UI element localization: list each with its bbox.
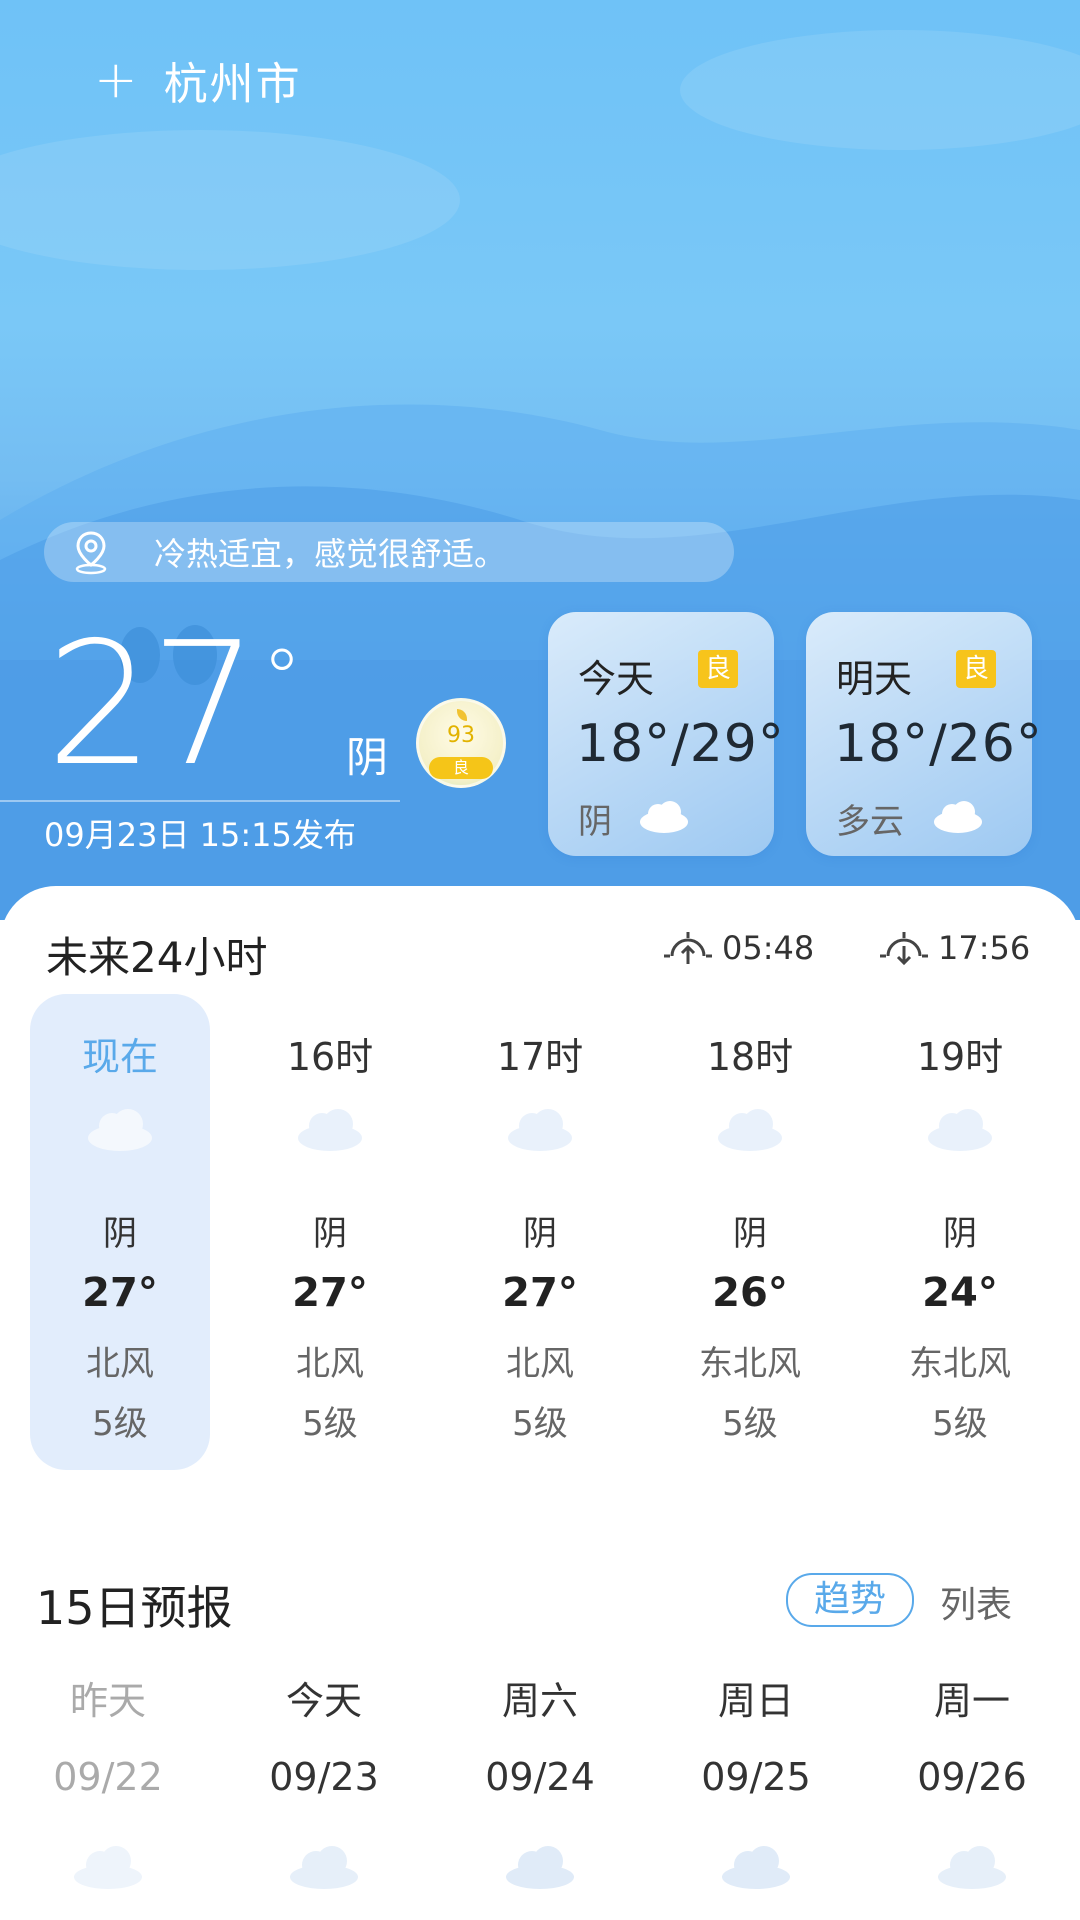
hour-temp: 27° xyxy=(292,1270,368,1316)
hour-item-now[interactable]: 现在 阴 27° 北风 5级 xyxy=(30,994,210,1470)
forecast-date: 09/22 xyxy=(53,1755,163,1799)
forecast-day[interactable]: 周六 09/24 xyxy=(440,1670,640,1891)
hour-item-17[interactable]: 17时 阴 27° 北风 5级 xyxy=(450,994,630,1470)
forecast-weekday: 今天 xyxy=(285,1679,362,1723)
comfort-tip: 冷热适宜，感觉很舒适。 xyxy=(44,522,734,582)
sunrise: 05:48 xyxy=(662,928,814,968)
forecast-date: 09/25 xyxy=(701,1755,811,1799)
forecast-date: 09/23 xyxy=(269,1755,379,1799)
forecast-day[interactable]: 周一 09/26 xyxy=(872,1670,1072,1891)
hour-wind-level: 5级 xyxy=(302,1404,358,1444)
hour-condition: 阴 xyxy=(523,1214,557,1254)
weather-app: + 杭州市 冷热适宜，感觉很舒适。 27 ° 阴 93 良 09月23日 15:… xyxy=(0,0,1080,1920)
hour-temp: 27° xyxy=(82,1270,158,1316)
cloud-icon xyxy=(88,1109,152,1151)
cloud-icon xyxy=(722,1846,790,1889)
forecast-title: 15日预报 xyxy=(36,1581,233,1635)
hour-condition: 阴 xyxy=(733,1214,767,1254)
hourly-title: 未来24小时 xyxy=(46,933,268,982)
cloud-icon xyxy=(74,1846,142,1889)
hour-label: 17时 xyxy=(496,1035,584,1079)
sunset: 17:56 xyxy=(878,928,1030,968)
cloud-icon xyxy=(508,1109,572,1151)
forecast-weekday: 周一 xyxy=(933,1679,1010,1723)
cloud-icon xyxy=(938,1846,1006,1889)
hour-wind-level: 5级 xyxy=(92,1404,148,1444)
forecast-weekday: 周六 xyxy=(501,1679,578,1723)
hour-condition: 阴 xyxy=(103,1214,137,1254)
city-name[interactable]: 杭州市 xyxy=(164,48,302,112)
temp-range: 18°/26° xyxy=(834,714,1043,774)
hour-wind: 东北风 xyxy=(909,1344,1011,1384)
day-name: 今天 xyxy=(578,657,655,701)
forecast-date: 09/26 xyxy=(917,1755,1027,1799)
hour-label: 18时 xyxy=(706,1035,794,1079)
hour-condition: 阴 xyxy=(943,1214,977,1254)
forecast-day[interactable]: 昨天 09/22 xyxy=(8,1670,208,1891)
hour-condition: 阴 xyxy=(313,1214,347,1254)
hour-wind-level: 5级 xyxy=(512,1404,568,1444)
day-condition: 阴 xyxy=(578,802,612,842)
cloud-icon xyxy=(506,1846,574,1889)
hour-wind-level: 5级 xyxy=(932,1404,988,1444)
cloud-icon xyxy=(928,1109,992,1151)
cloud-icon xyxy=(298,1109,362,1151)
plus-icon[interactable]: + xyxy=(94,54,138,106)
day-condition: 多云 xyxy=(836,802,904,842)
hour-item-19[interactable]: 19时 阴 24° 东北风 5级 xyxy=(870,994,1050,1470)
list-tab[interactable]: 列表 xyxy=(940,1576,1012,1628)
hour-wind-level: 5级 xyxy=(722,1404,778,1444)
aqi-badge[interactable]: 93 良 xyxy=(416,698,506,788)
temp-range: 18°/29° xyxy=(576,714,785,774)
degree-symbol: ° xyxy=(262,632,302,725)
leaf-icon xyxy=(457,709,467,721)
location-pin-icon xyxy=(75,531,107,575)
hour-label: 16时 xyxy=(286,1035,374,1079)
divider xyxy=(0,800,400,802)
today-card[interactable]: 今天 良 18°/29° 阴 xyxy=(548,612,784,856)
aqi-level: 良 xyxy=(429,757,493,779)
sunset-time: 17:56 xyxy=(938,929,1031,967)
forecast-weekday: 昨天 xyxy=(69,1679,146,1723)
hour-temp: 27° xyxy=(502,1270,578,1316)
publish-time: 09月23日 15:15发布 xyxy=(44,816,356,854)
top-bar: + 杭州市 xyxy=(94,48,302,112)
sunrise-icon xyxy=(664,932,712,964)
aqi-badge-small: 良 xyxy=(956,650,996,688)
current-temperature: 27 xyxy=(46,606,258,804)
hour-temp: 26° xyxy=(712,1270,788,1316)
current-condition: 阴 xyxy=(346,733,389,782)
hour-wind: 东北风 xyxy=(699,1344,801,1384)
trend-tab[interactable]: 趋势 xyxy=(786,1573,914,1627)
hour-item-16[interactable]: 16时 阴 27° 北风 5级 xyxy=(240,994,420,1470)
hour-wind: 北风 xyxy=(86,1344,154,1384)
forecast-day[interactable]: 今天 09/23 xyxy=(224,1670,424,1891)
cloud-icon xyxy=(718,1109,782,1151)
hour-temp: 24° xyxy=(922,1270,998,1316)
day-name: 明天 xyxy=(836,657,913,701)
tomorrow-card[interactable]: 明天 良 18°/26° 多云 xyxy=(806,612,1042,856)
sunrise-time: 05:48 xyxy=(722,929,815,967)
cloud-icon xyxy=(640,801,688,833)
cloud-icon xyxy=(290,1846,358,1889)
aqi-badge-small: 良 xyxy=(698,650,738,688)
aqi-value: 93 xyxy=(447,723,475,748)
forecast-day[interactable]: 周日 09/25 xyxy=(656,1670,856,1891)
hour-item-18[interactable]: 18时 阴 26° 东北风 5级 xyxy=(660,994,840,1470)
hour-wind: 北风 xyxy=(296,1344,364,1384)
forecast-weekday: 周日 xyxy=(717,1679,794,1723)
forecast-date: 09/24 xyxy=(485,1755,595,1799)
hour-wind: 北风 xyxy=(506,1344,574,1384)
sunset-icon xyxy=(880,932,928,966)
hour-label: 现在 xyxy=(81,1035,158,1079)
hour-label: 19时 xyxy=(916,1035,1004,1079)
comfort-tip-text: 冷热适宜，感觉很舒适。 xyxy=(154,535,507,573)
cloud-icon xyxy=(934,801,982,833)
